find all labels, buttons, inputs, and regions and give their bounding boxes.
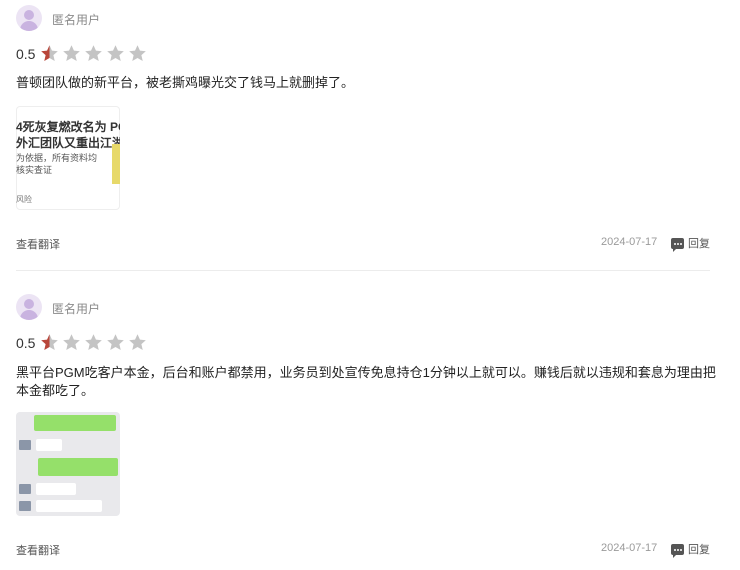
review-text: 黑平台PGM吃客户本金，后台和账户都禁用，业务员到处宣传免息持仓1分钟以上就可以… — [16, 365, 716, 398]
comment-icon — [671, 237, 684, 252]
star-icon — [107, 334, 124, 351]
comment-icon — [671, 543, 684, 558]
reply-label: 回复 — [688, 544, 710, 556]
divider — [16, 270, 710, 271]
translate-link[interactable]: 查看翻译 — [16, 236, 60, 252]
rating-value: 0.5 — [16, 46, 36, 62]
star-icon — [85, 45, 102, 62]
star-icon — [63, 45, 80, 62]
chat-bubble — [36, 439, 62, 451]
star-half-icon — [41, 334, 58, 351]
image-text-line: 外汇团队又重出江湖了 — [16, 136, 120, 150]
review-image[interactable]: 4死灰复燃改名为 PGM 外汇团队又重出江湖了 为依据，所有资料均 核实查证 风… — [16, 106, 120, 210]
star-icon — [107, 45, 124, 62]
username: 匿名用户 — [52, 13, 101, 27]
image-text-line: 核实查证 — [16, 165, 53, 175]
reply-button[interactable]: 回复 — [671, 541, 710, 558]
image-fragment — [112, 144, 120, 184]
translate-link[interactable]: 查看翻译 — [16, 542, 60, 558]
avatar — [16, 5, 42, 31]
star-icon — [85, 334, 102, 351]
chat-bubble — [36, 500, 102, 512]
star-rating — [40, 44, 147, 63]
review-image[interactable] — [16, 412, 120, 516]
username: 匿名用户 — [52, 302, 101, 316]
chat-avatar — [19, 501, 31, 511]
chat-avatar — [19, 440, 31, 450]
review-text: 普顿团队做的新平台，被老撕鸡曝光交了钱马上就删掉了。 — [16, 75, 355, 90]
star-half-icon — [41, 45, 58, 62]
chat-bubble — [34, 415, 116, 431]
star-rating — [40, 333, 147, 352]
reply-label: 回复 — [688, 238, 710, 250]
review-date: 2024-07-17 — [601, 236, 658, 248]
chat-bubble — [38, 458, 118, 476]
chat-bubble — [36, 483, 76, 495]
star-icon — [129, 45, 146, 62]
image-text-line: 4死灰复燃改名为 PGM — [16, 120, 120, 134]
image-text-line: 风险 — [16, 195, 32, 204]
avatar — [16, 294, 42, 320]
reply-button[interactable]: 回复 — [671, 235, 710, 252]
chat-avatar — [19, 484, 31, 494]
rating-value: 0.5 — [16, 335, 36, 351]
star-icon — [63, 334, 80, 351]
star-icon — [129, 334, 146, 351]
review-date: 2024-07-17 — [601, 542, 658, 554]
